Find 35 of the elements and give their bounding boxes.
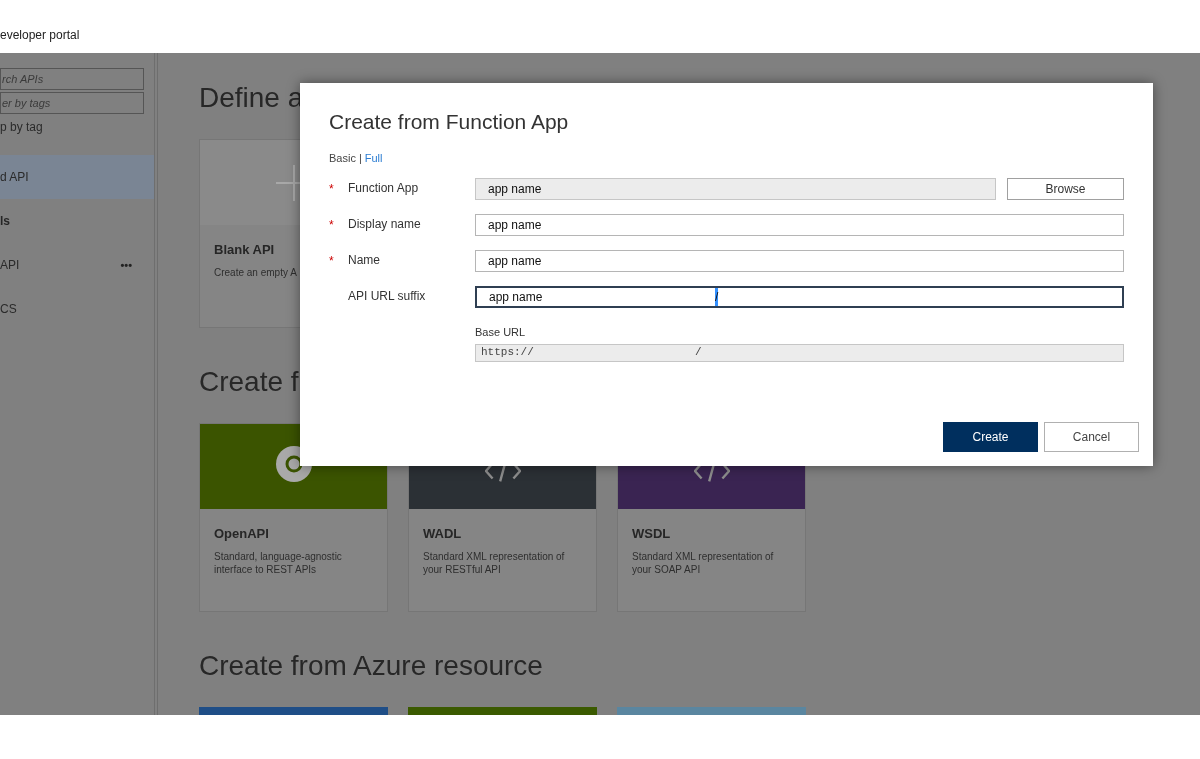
card-description: Standard, language-agnostic interface to REST APIs: [214, 549, 343, 576]
tag-filter-field[interactable]: er by tags: [0, 92, 144, 114]
section-heading: Create from Azure resource: [199, 650, 544, 682]
card-title: OpenAPI: [214, 525, 269, 543]
dialog-title: Create from Function App: [329, 109, 570, 135]
more-button[interactable]: •••: [120, 256, 132, 274]
required-mark: *: [329, 254, 334, 268]
card-description: Standard XML representation of your RESTful API: [423, 549, 566, 576]
card-title: Blank API: [214, 241, 275, 259]
text-field[interactable]: app name: [475, 250, 1124, 272]
sidebar-heading: ls: [0, 213, 10, 230]
required-mark: *: [329, 218, 334, 232]
text-field[interactable]: app name /: [475, 286, 1124, 308]
card-title: WSDL: [632, 525, 671, 543]
selected-text: /: [715, 288, 719, 306]
group-by-tag-label[interactable]: p by tag: [0, 118, 154, 138]
cancel-button[interactable]: Cancel: [1044, 422, 1139, 452]
card-title: WADL: [423, 525, 462, 543]
mode-link[interactable]: Full: [364, 149, 383, 166]
portal-title: eveloper portal: [0, 27, 80, 44]
sidebar-item[interactable]: CS: [0, 287, 154, 331]
mode-separator: |: [358, 150, 362, 166]
mode-link[interactable]: Basic: [329, 149, 356, 166]
card-description: Standard XML representation of your SOAP API: [632, 549, 775, 576]
sidebar-item[interactable]: d API: [0, 155, 154, 199]
sidebar-item[interactable]: API •••: [0, 243, 154, 287]
field-label: Name: [348, 252, 380, 269]
field-label: Base URL: [475, 325, 527, 340]
create-button[interactable]: Create: [943, 422, 1038, 452]
required-mark: *: [329, 182, 334, 196]
base-url-field: https:// /: [475, 343, 1124, 362]
card-description: Create an empty A: [214, 265, 297, 279]
search-field[interactable]: rch APIs: [0, 68, 144, 90]
section-heading: Create f: [199, 366, 300, 398]
text-field[interactable]: app name: [475, 214, 1124, 236]
